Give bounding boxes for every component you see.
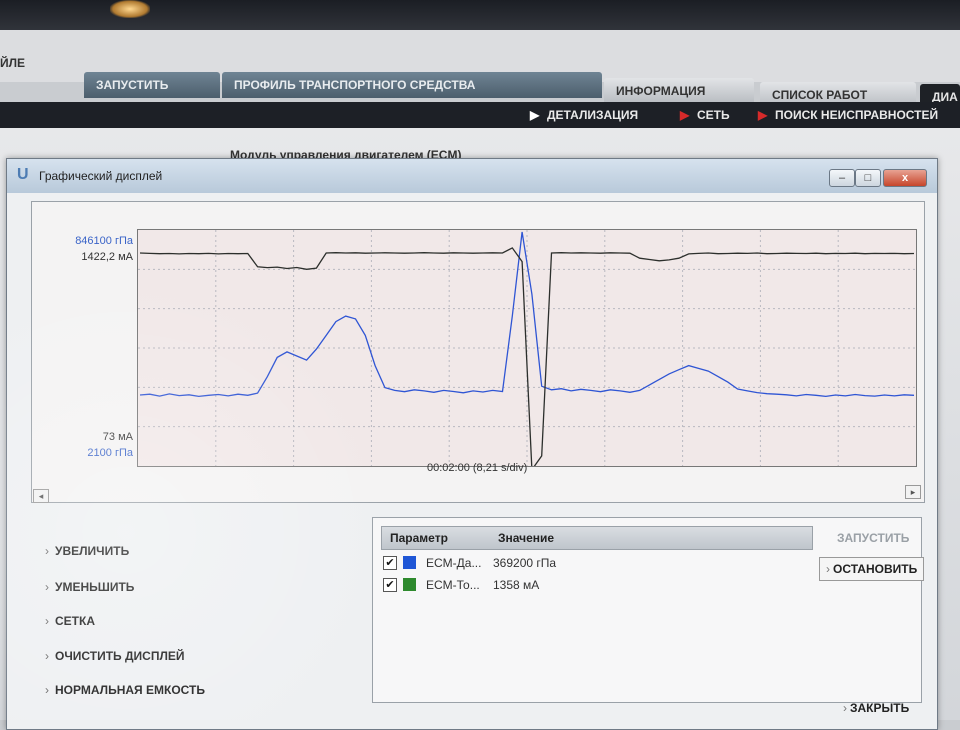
chevron-right-icon: › <box>45 683 49 697</box>
sub-navigation: ▶ ДЕТАЛИЗАЦИЯ ▶ СЕТЬ ▶ ПОИСК НЕИСПРАВНОС… <box>0 102 960 128</box>
stop-button[interactable]: › ОСТАНОВИТЬ <box>819 557 925 581</box>
y-max-current-label: 1422,2 мА <box>81 251 133 263</box>
grid-button[interactable]: › СЕТКА <box>45 614 95 628</box>
window-title-bar[interactable]: U Графический дисплей – □ x <box>7 159 937 193</box>
chevron-right-icon: › <box>843 701 847 715</box>
file-menu[interactable]: ЙЛЕ <box>0 56 25 70</box>
parameter-value: 1358 мА <box>493 578 540 592</box>
parameter-name: ECM-То... <box>426 578 480 592</box>
zoom-in-button[interactable]: › УВЕЛИЧИТЬ <box>45 544 129 558</box>
parameter-table-header: Параметр Значение <box>381 526 813 550</box>
close-window-button[interactable]: x <box>883 169 927 187</box>
scroll-left-icon[interactable]: ◂ <box>33 489 49 503</box>
normal-capacity-button[interactable]: › НОРМАЛЬНАЯ ЕМКОСТЬ <box>45 683 205 697</box>
start-button[interactable]: ЗАПУСТИТЬ <box>837 531 909 545</box>
subnav-network[interactable]: СЕТЬ <box>697 108 730 122</box>
tab-start[interactable]: ЗАПУСТИТЬ <box>84 72 220 98</box>
chevron-right-icon: › <box>45 649 49 663</box>
column-header-parameter: Параметр <box>390 531 448 545</box>
maximize-button[interactable]: □ <box>855 169 881 187</box>
y-min-pressure-label: 2100 гПа <box>87 447 133 459</box>
subnav-fault-search[interactable]: ПОИСК НЕИСПРАВНОСТЕЙ <box>775 108 938 122</box>
clear-display-button[interactable]: › ОЧИСТИТЬ ДИСПЛЕЙ <box>45 649 185 663</box>
table-row: ✔ ECM-Да... 369200 гПа <box>383 554 813 574</box>
parameter-value: 369200 гПа <box>493 556 557 570</box>
tab-information[interactable]: ИНФОРМАЦИЯ <box>604 78 754 104</box>
subnav-details[interactable]: ДЕТАЛИЗАЦИЯ <box>547 108 638 122</box>
arrow-right-icon: ▶ <box>530 108 540 122</box>
plot-area <box>137 229 917 472</box>
close-button[interactable]: › ЗАКРЫТЬ <box>843 701 909 715</box>
chevron-right-icon: › <box>45 614 49 628</box>
scroll-right-icon[interactable]: ▸ <box>905 485 921 499</box>
column-header-value: Значение <box>498 531 555 545</box>
y-min-current-label: 73 мА <box>102 431 133 443</box>
y-max-pressure-label: 846100 гПа <box>75 235 133 247</box>
time-axis-label: 00:02:00 (8,21 s/div) <box>427 462 528 474</box>
parameter-name: ECM-Да... <box>426 556 482 570</box>
arrow-right-icon: ▶ <box>758 108 768 122</box>
graphic-display-window: U Графический дисплей – □ x 846100 гПа 1… <box>6 158 938 730</box>
tab-vehicle-profile[interactable]: ПРОФИЛЬ ТРАНСПОРТНОГО СРЕДСТВА <box>222 72 602 98</box>
zoom-out-button[interactable]: › УМЕНЬШИТЬ <box>45 580 134 594</box>
app-logo-icon: U <box>17 166 29 183</box>
checkbox[interactable]: ✔ <box>383 578 397 592</box>
light-glare <box>110 0 150 18</box>
chevron-right-icon: › <box>45 544 49 558</box>
color-swatch <box>403 556 416 569</box>
window-title: Графический дисплей <box>39 169 163 183</box>
chevron-right-icon: › <box>826 562 830 576</box>
minimize-button[interactable]: – <box>829 169 855 187</box>
arrow-right-icon: ▶ <box>680 108 690 122</box>
checkbox[interactable]: ✔ <box>383 556 397 570</box>
chart-svg <box>138 230 916 472</box>
table-row: ✔ ECM-То... 1358 мА <box>383 576 813 596</box>
chevron-right-icon: › <box>45 580 49 594</box>
color-swatch <box>403 578 416 591</box>
